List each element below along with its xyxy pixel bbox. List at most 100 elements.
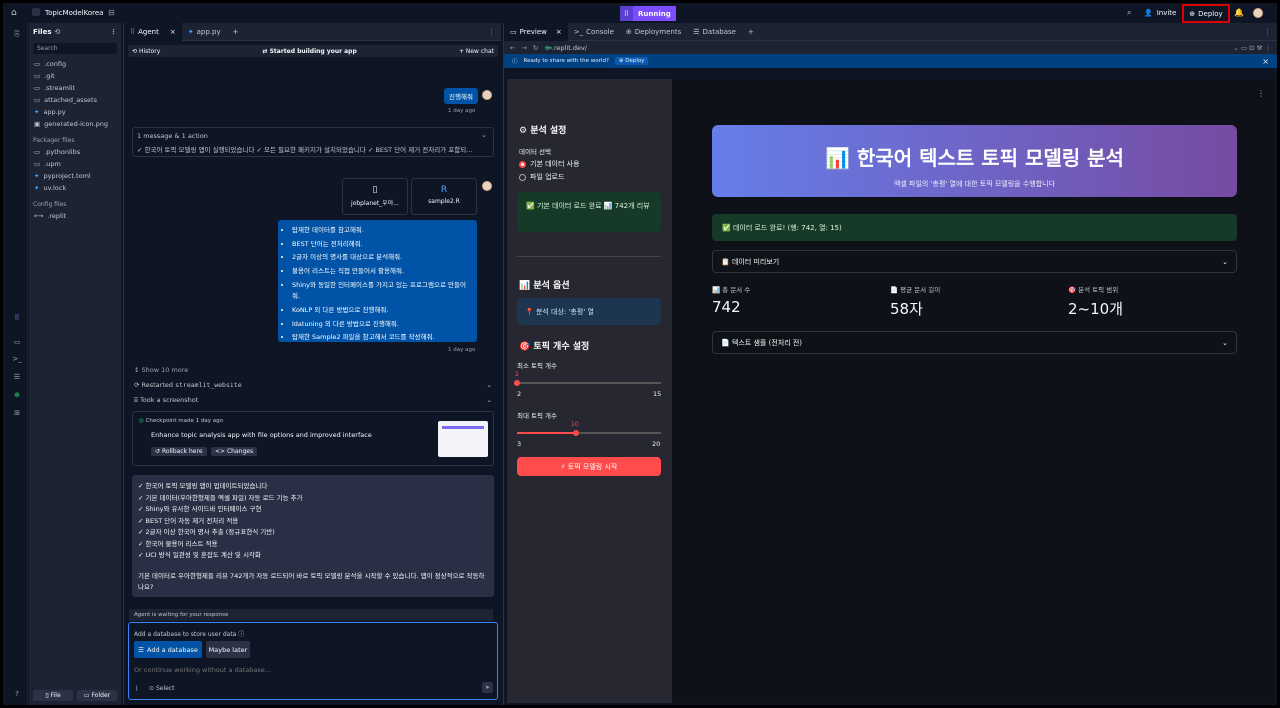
- url-text[interactable]: ⟴.replit.dev/: [544, 44, 587, 52]
- changes-button[interactable]: <> Changes: [211, 447, 258, 456]
- folder-icon: ▭: [34, 160, 41, 168]
- agent-menu-icon[interactable]: ⋮: [488, 28, 495, 36]
- attach-icon[interactable]: ⌇: [135, 685, 138, 693]
- max-topic-slider[interactable]: [517, 430, 661, 436]
- tab-agent[interactable]: ⠿ Agent ×: [124, 22, 182, 41]
- user-avatar[interactable]: [1253, 8, 1263, 18]
- database-icon[interactable]: ☰: [12, 372, 22, 382]
- chevron-down-icon[interactable]: ⌄: [481, 131, 487, 139]
- data-preview-expander[interactable]: 📋 데이터 미리보기 ⌄: [712, 250, 1237, 273]
- select-button[interactable]: ⊙ Select: [149, 685, 174, 692]
- new-file-button[interactable]: ▯ File: [33, 690, 73, 701]
- attachment-name: sample2.R: [428, 198, 460, 205]
- chevron-down-icon[interactable]: ⌄: [487, 381, 492, 389]
- close-icon[interactable]: ×: [170, 28, 176, 36]
- console-icon[interactable]: >_: [12, 354, 22, 364]
- attachment-card[interactable]: ▯ jobplanet_우아...: [342, 178, 408, 215]
- action-card[interactable]: 1 message & 1 action ⌄ ✓ 한국어 토픽 모델링 앱이 실…: [132, 127, 494, 157]
- agent-icon[interactable]: ⠿: [12, 313, 22, 323]
- project-name[interactable]: TopicModelKorea: [45, 9, 103, 17]
- deploy-button[interactable]: ⊕ Deploy: [1182, 4, 1230, 23]
- new-folder-button[interactable]: ▭ Folder: [77, 690, 117, 701]
- help-icon[interactable]: ?: [12, 689, 22, 699]
- deployments-icon[interactable]: ⊕: [12, 390, 22, 400]
- files-icon[interactable]: ⎘: [12, 29, 22, 39]
- back-icon[interactable]: ←: [510, 44, 515, 52]
- file-row[interactable]: ▭ .config: [29, 58, 121, 70]
- tab-console[interactable]: >_ Console: [568, 23, 620, 41]
- tab-preview[interactable]: ▭ Preview ×: [504, 22, 568, 41]
- preview-icon[interactable]: ▭: [12, 337, 22, 347]
- restarted-row[interactable]: ⟳ Restarted streamlit_website ⌄: [134, 381, 492, 389]
- checkpoint-meta: ◎ Checkpoint made 1 day ago: [139, 418, 223, 424]
- tab-app-py[interactable]: ✦ app.py: [182, 23, 227, 41]
- file-row[interactable]: ✦ uv.lock: [29, 182, 121, 194]
- bullet-item: 탑재한 데이터를 참고해줘.: [292, 224, 471, 238]
- maybe-later-button[interactable]: Maybe later: [206, 641, 250, 658]
- bell-icon[interactable]: 🔔: [1234, 8, 1244, 17]
- file-row[interactable]: ⟷ .replit: [29, 210, 121, 222]
- preview-menu-icon[interactable]: ⋮: [1264, 28, 1271, 36]
- tab-deployments[interactable]: ⊕ Deployments: [620, 23, 687, 41]
- search-icon[interactable]: ⌕: [1127, 8, 1131, 18]
- slider-handle[interactable]: [514, 380, 520, 386]
- app-menu-icon[interactable]: ⋮: [1257, 89, 1265, 98]
- show-more-button[interactable]: ↕ Show 10 more: [134, 366, 188, 374]
- chevron-down-icon[interactable]: ⌄: [487, 396, 492, 404]
- add-database-button[interactable]: ☰ Add a database: [134, 641, 202, 658]
- new-chat-button[interactable]: + New chat: [459, 48, 494, 55]
- close-icon[interactable]: ×: [556, 28, 562, 36]
- preview-tabbar: ▭ Preview × >_ Console ⊕ Deployments ☰ Databa…: [504, 22, 1277, 41]
- checkpoint-thumbnail[interactable]: [438, 421, 488, 457]
- infobar-deploy-button[interactable]: ⊕ Deploy: [614, 57, 649, 65]
- toml-icon: ✦: [34, 172, 40, 180]
- tab-database[interactable]: ☰ Database: [687, 23, 742, 41]
- file-row[interactable]: ▭ .pythonlibs: [29, 146, 121, 158]
- agent-subheader: ⟲ History ⇄ Started building your app + …: [128, 45, 498, 57]
- slider-handle[interactable]: [573, 430, 580, 436]
- files-search-input[interactable]: Search: [33, 43, 117, 54]
- file-row[interactable]: ▭ attached_assets: [29, 94, 121, 106]
- new-folder-label: Folder: [91, 692, 111, 699]
- show-more-label: Show 10 more: [141, 366, 189, 374]
- plus-icon: +: [232, 27, 239, 36]
- image-icon: ▣: [34, 120, 41, 128]
- sidebar-toggle-icon[interactable]: ⊟: [108, 8, 115, 17]
- run-button[interactable]: ⠿ Running: [620, 6, 676, 21]
- home-icon[interactable]: ⌂: [11, 8, 17, 18]
- agent-tab-icon: ⠿: [130, 27, 136, 36]
- expander-label: 📄 텍스트 샘플 (전처리 전): [721, 338, 803, 347]
- new-tab-button[interactable]: +: [742, 23, 760, 41]
- text-sample-expander[interactable]: 📄 텍스트 샘플 (전처리 전) ⌄: [712, 331, 1237, 354]
- browser-tools[interactable]: ⌄ ▭ ⊡ ⚒ ⋮: [1233, 44, 1271, 52]
- file-row[interactable]: ✦ app.py: [29, 106, 121, 118]
- close-icon[interactable]: ×: [1262, 57, 1269, 66]
- radio-default-data[interactable]: 기본 데이터 사용: [519, 159, 580, 169]
- new-tab-button[interactable]: +: [227, 23, 245, 41]
- radio-file-upload[interactable]: 파일 업로드: [519, 172, 564, 182]
- forward-icon[interactable]: →: [521, 44, 526, 52]
- new-file-label: File: [50, 692, 61, 699]
- reload-icon[interactable]: ↻: [533, 44, 538, 52]
- file-row[interactable]: ▭ .git: [29, 70, 121, 82]
- sync-icon[interactable]: ⟲: [55, 28, 61, 36]
- file-row[interactable]: ▭ .upm: [29, 158, 121, 170]
- history-button[interactable]: ⟲ History: [132, 48, 160, 55]
- summary-line: ✓ UCI 방식 일관성 및 혼잡도 계산 및 시각화: [138, 551, 261, 559]
- streamlit-sidebar: ⚙ 분석 설정 데이터 선택 기본 데이터 사용 파일 업로드 ✅ 기본 데이터…: [507, 79, 672, 703]
- invite-button[interactable]: 👤 Invite: [1144, 9, 1176, 17]
- file-row[interactable]: ▣ generated-icon.png: [29, 118, 121, 130]
- tab-label: Console: [586, 27, 614, 36]
- screenshot-row[interactable]: ⌸ Took a screenshot ⌄: [134, 396, 492, 405]
- min-topic-label: 최소 토픽 개수: [517, 362, 558, 370]
- files-menu-icon[interactable]: ⋮: [110, 28, 117, 36]
- start-modeling-button[interactable]: ⚡ 토픽 모델링 시작: [517, 457, 661, 476]
- attachment-card[interactable]: R sample2.R: [411, 178, 477, 215]
- rollback-button[interactable]: ↺ Rollback here: [151, 447, 207, 456]
- file-row[interactable]: ▭ .streamlit: [29, 82, 121, 94]
- apps-icon[interactable]: ⊞: [12, 408, 22, 418]
- file-row[interactable]: ✦ pyproject.toml: [29, 170, 121, 182]
- chat-input[interactable]: [134, 664, 474, 676]
- min-topic-slider[interactable]: [514, 380, 661, 386]
- send-icon[interactable]: ➤: [482, 682, 493, 693]
